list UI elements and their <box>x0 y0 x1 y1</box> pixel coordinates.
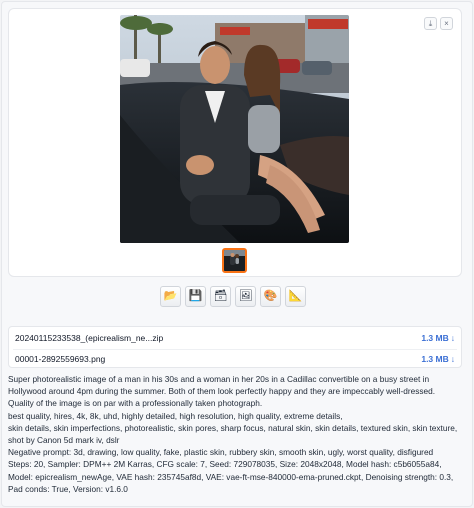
download-icon[interactable]: ⤓ <box>424 17 437 30</box>
prompt-text: Super photorealistic image of a man in h… <box>8 374 436 409</box>
close-icon[interactable]: × <box>440 17 453 30</box>
negative-prompt: Negative prompt: 3d, drawing, low qualit… <box>8 447 434 458</box>
save-button[interactable]: 💾 <box>185 286 206 307</box>
generation-parameters: Steps: 20, Sampler: DPM++ 2M Karras, CFG… <box>8 459 454 494</box>
skin-tags: skin details, skin imperfections, photor… <box>8 422 458 433</box>
open-folder-button[interactable]: 📂 <box>160 286 181 307</box>
file-name: 20240115233538_(epicrealism_ne...zip <box>15 333 164 343</box>
file-size: 1.3 MB <box>421 333 449 343</box>
image-thumbnail[interactable] <box>222 248 247 273</box>
file-size-link[interactable]: 1.3 MB ↓ <box>421 354 457 364</box>
gallery-controls: ⤓ × <box>424 17 453 30</box>
file-row[interactable]: 00001-2892559693.png 1.3 MB ↓ <box>13 349 457 367</box>
send-to-extras-button[interactable]: 📐 <box>285 286 306 307</box>
image-gallery: ⤓ × <box>8 8 462 277</box>
thumbnail-picture <box>224 250 245 271</box>
picture-icon: 🖼 <box>238 290 253 302</box>
download-arrow-icon: ↓ <box>450 333 455 343</box>
output-panel: ⤓ × 📂 💾 🗃 🖼 🎨 📐 20240115233538_(epicreal… <box>1 1 473 507</box>
image-action-toolbar: 📂 💾 🗃 🖼 🎨 📐 <box>160 286 306 307</box>
generation-info: Super photorealistic image of a man in h… <box>8 373 462 495</box>
camera-tags: shot by Canon 5d mark iv, dslr <box>8 435 120 446</box>
archive-box-icon: 🗃 <box>213 290 228 302</box>
zip-button[interactable]: 🗃 <box>210 286 231 307</box>
generated-image[interactable] <box>120 15 349 243</box>
floppy-disk-icon: 💾 <box>188 290 203 302</box>
file-size: 1.3 MB <box>421 353 449 364</box>
file-name: 00001-2892559693.png <box>15 353 106 364</box>
generated-image-picture <box>120 15 349 243</box>
quality-tags: best quality, hires, 4k, 8k, uhd, highly… <box>8 410 343 421</box>
download-arrow-icon: ↓ <box>450 353 455 364</box>
send-to-inpaint-button[interactable]: 🎨 <box>260 286 281 307</box>
triangle-ruler-icon: 📐 <box>288 290 303 302</box>
download-files-list: 20240115233538_(epicrealism_ne...zip 1.3… <box>8 326 462 368</box>
palette-icon: 🎨 <box>263 290 278 302</box>
folder-icon: 📂 <box>163 290 178 302</box>
file-size-link[interactable]: 1.3 MB ↓ <box>421 333 457 343</box>
file-row[interactable]: 20240115233538_(epicrealism_ne...zip 1.3… <box>13 329 457 347</box>
send-to-img2img-button[interactable]: 🖼 <box>235 286 256 307</box>
